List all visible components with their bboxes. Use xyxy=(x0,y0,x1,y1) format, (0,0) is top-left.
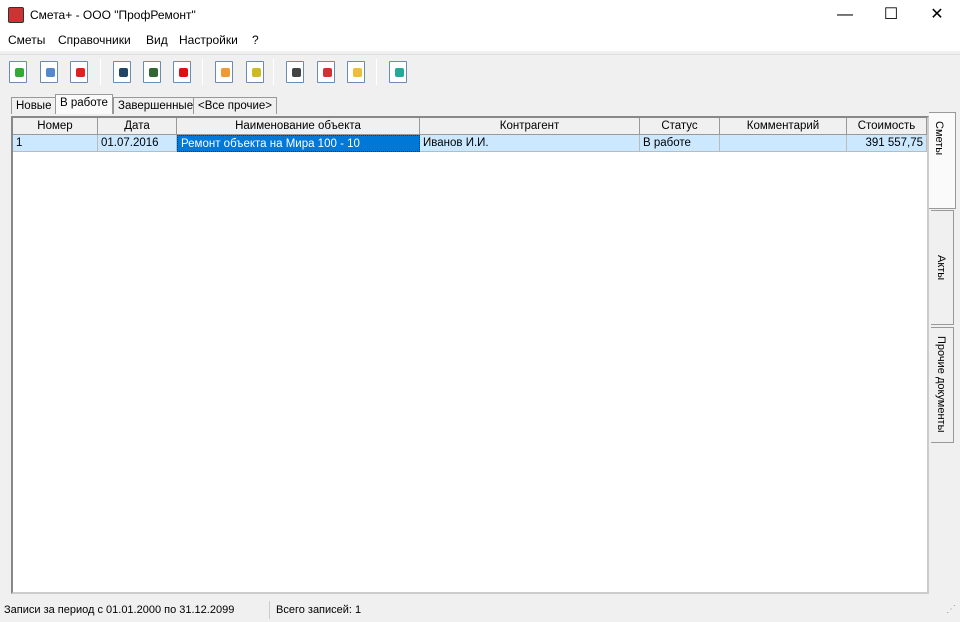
column-header-object-name[interactable]: Наименование объекта xyxy=(177,118,420,135)
column-header-contractor[interactable]: Контрагент xyxy=(420,118,640,135)
edit-document-button[interactable] xyxy=(37,59,61,85)
transfer-icon xyxy=(347,61,365,83)
window-title: Смета+ - ООО "ПрофРемонт" xyxy=(30,8,196,22)
warning-document-button[interactable] xyxy=(170,59,194,85)
cell-date[interactable]: 01.07.2016 xyxy=(98,135,177,152)
estimates-table: Номер Дата Наименование объекта Контрагент С… xyxy=(11,116,929,594)
cell-status[interactable]: В работе xyxy=(640,135,720,152)
column-header-status[interactable]: Статус xyxy=(640,118,720,135)
status-period: Записи за период с 01.01.2000 по 31.12.2… xyxy=(0,601,270,619)
column-header-cost[interactable]: Стоимость xyxy=(847,118,927,135)
contractors-icon xyxy=(215,61,233,83)
tab-new[interactable]: Новые xyxy=(11,97,57,114)
tab-other[interactable]: <Все прочие> xyxy=(193,97,278,114)
date-range-icon xyxy=(113,61,131,83)
cell-object-name[interactable]: Ремонт объекта на Мира 100 - 10 xyxy=(177,135,420,152)
export-pdf-button[interactable] xyxy=(314,59,338,85)
status-bar: Записи за период с 01.01.2000 по 31.12.2… xyxy=(0,600,960,620)
contractors-button[interactable] xyxy=(212,59,236,85)
edit-document-icon xyxy=(40,61,58,83)
warning-document-icon xyxy=(173,61,191,83)
menu-smety[interactable]: Сметы xyxy=(8,33,45,47)
side-tab-acts[interactable]: Акты xyxy=(931,210,954,325)
menu-spravochniki[interactable]: Справочники xyxy=(58,33,131,47)
side-tab-label: Сметы xyxy=(933,121,945,156)
minimize-button[interactable]: — xyxy=(822,0,868,30)
side-tab-other-docs[interactable]: Прочие документы xyxy=(931,327,954,443)
toolbar-separator xyxy=(100,59,101,85)
export-pdf-icon xyxy=(317,61,335,83)
delete-document-button[interactable] xyxy=(67,59,91,85)
date-range-button[interactable] xyxy=(110,59,134,85)
resize-grip-icon[interactable]: ⋰ xyxy=(946,604,956,615)
title-bar: Смета+ - ООО "ПрофРемонт" — ☐ ✕ xyxy=(0,0,960,30)
transfer-button[interactable] xyxy=(344,59,368,85)
checklist-button[interactable] xyxy=(140,59,164,85)
menu-vid[interactable]: Вид xyxy=(146,33,168,47)
delete-document-icon xyxy=(70,61,88,83)
print-button[interactable] xyxy=(283,59,307,85)
menu-bar: Сметы Справочники Вид Настройки ? xyxy=(0,30,960,51)
tab-in-progress[interactable]: В работе xyxy=(55,94,113,114)
menu-help[interactable]: ? xyxy=(252,33,259,47)
new-document-button[interactable] xyxy=(6,59,30,85)
column-header-comment[interactable]: Комментарий xyxy=(720,118,847,135)
column-header-date[interactable]: Дата xyxy=(98,118,177,135)
app-icon xyxy=(8,7,24,23)
toolbar-separator xyxy=(202,59,203,85)
exit-button[interactable] xyxy=(386,59,410,85)
toolbar-separator xyxy=(376,59,377,85)
cell-number[interactable]: 1 xyxy=(13,135,98,152)
toolbar xyxy=(0,54,960,88)
money-icon xyxy=(246,61,264,83)
side-tab-estimates[interactable]: Сметы xyxy=(929,112,956,209)
close-button[interactable]: ✕ xyxy=(914,0,960,30)
maximize-button[interactable]: ☐ xyxy=(868,0,914,30)
side-tab-label: Акты xyxy=(935,255,947,281)
checklist-icon xyxy=(143,61,161,83)
exit-icon xyxy=(389,61,407,83)
cell-comment[interactable] xyxy=(720,135,847,152)
menu-nastroyki[interactable]: Настройки xyxy=(179,33,238,47)
print-icon xyxy=(286,61,304,83)
tab-completed[interactable]: Завершенные xyxy=(113,97,199,114)
cell-cost[interactable]: 391 557,75 xyxy=(847,135,927,152)
cell-contractor[interactable]: Иванов И.И. xyxy=(420,135,640,152)
column-header-number[interactable]: Номер xyxy=(13,118,98,135)
money-button[interactable] xyxy=(243,59,267,85)
side-tab-label: Прочие документы xyxy=(935,336,947,433)
new-document-icon xyxy=(9,61,27,83)
toolbar-separator xyxy=(273,59,274,85)
status-count: Всего записей: 1 xyxy=(276,604,362,616)
